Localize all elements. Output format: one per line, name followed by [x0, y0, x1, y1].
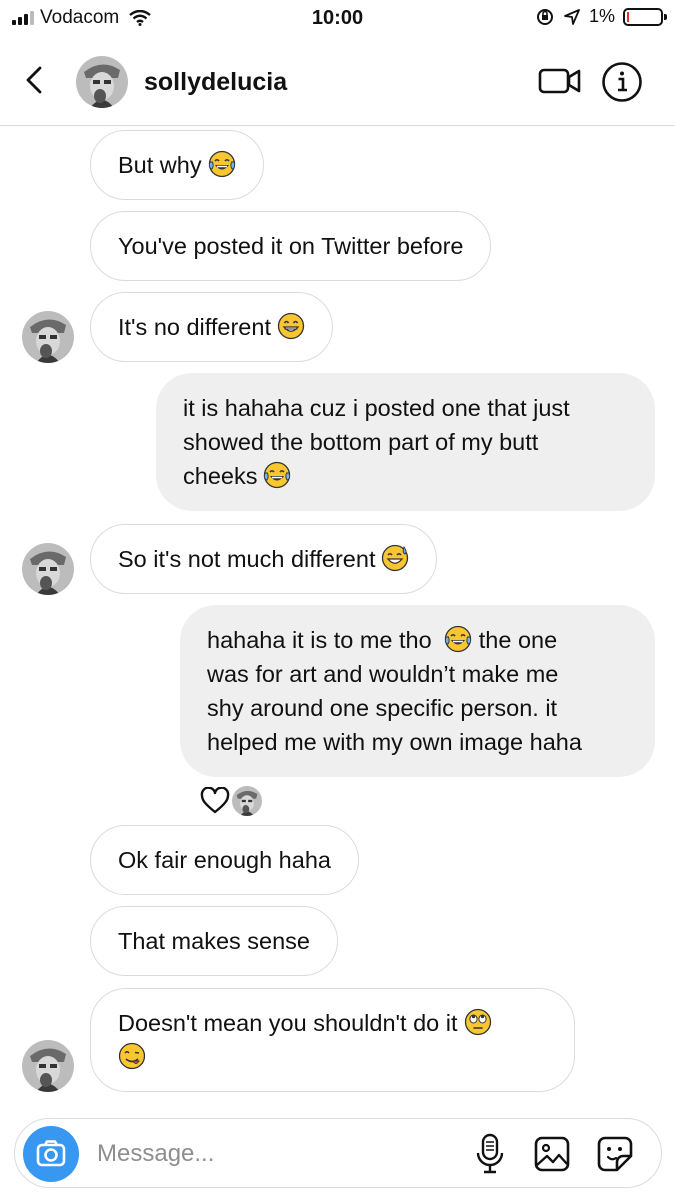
- message-bubble-received[interactable]: It's no different: [90, 292, 333, 362]
- status-bar: Vodacom 10:00 1%: [0, 0, 675, 36]
- sticker-icon[interactable]: [595, 1134, 635, 1174]
- message-line: it is hahaha cuz i posted one that just: [183, 395, 570, 421]
- sweat-smile-emoji-icon: [381, 544, 409, 572]
- message-text: You've posted it on Twitter before: [118, 233, 464, 259]
- chat-header: sollydelucia: [0, 36, 675, 126]
- video-call-icon[interactable]: [538, 64, 582, 98]
- tears-of-joy-emoji-icon: [263, 461, 291, 489]
- tears-of-joy-emoji-icon: [444, 625, 472, 653]
- avatar-image: [22, 1040, 74, 1092]
- header-avatar[interactable]: [76, 56, 128, 108]
- avatar-image: [76, 56, 128, 108]
- heart-icon: [200, 787, 230, 814]
- camera-button[interactable]: [23, 1126, 79, 1182]
- microphone-icon[interactable]: [475, 1132, 505, 1176]
- tears-of-joy-emoji-icon: [208, 150, 236, 178]
- message-line: shy around one specific person. it: [207, 695, 558, 721]
- camera-icon: [36, 1140, 66, 1167]
- battery-icon: [623, 7, 667, 26]
- battery-percent: 1%: [588, 6, 615, 26]
- grinning-emoji-icon: [277, 312, 305, 340]
- chat-username[interactable]: sollydelucia: [144, 68, 287, 97]
- yum-emoji-icon: [118, 1042, 146, 1070]
- message-line: hahaha it is to me tho: [207, 627, 432, 653]
- message-text: So it's not much different: [118, 546, 376, 572]
- message-reaction[interactable]: [200, 786, 262, 816]
- gallery-icon[interactable]: [533, 1135, 571, 1173]
- message-text: Doesn't mean you shouldn't do it: [118, 1010, 458, 1036]
- back-button[interactable]: [20, 60, 50, 100]
- message-bubble-sent[interactable]: it is hahaha cuz i posted one that just …: [156, 373, 655, 511]
- avatar-image: [22, 543, 74, 595]
- message-line: showed the bottom part of my butt: [183, 429, 539, 455]
- message-bubble-received[interactable]: Doesn't mean you shouldn't do it: [90, 988, 575, 1092]
- sender-avatar[interactable]: [22, 543, 74, 595]
- location-icon: [564, 8, 580, 25]
- message-bubble-sent[interactable]: hahaha it is to me tho the one was for a…: [180, 605, 655, 777]
- status-right: 1%: [535, 6, 667, 27]
- message-bubble-received[interactable]: But why: [90, 130, 264, 200]
- message-text: But why: [118, 152, 202, 178]
- avatar-image: [22, 311, 74, 363]
- sender-avatar[interactable]: [22, 311, 74, 363]
- message-bubble-received[interactable]: That makes sense: [90, 906, 339, 976]
- reactor-avatar: [232, 786, 262, 816]
- eye-roll-emoji-icon: [464, 1008, 492, 1036]
- sender-avatar[interactable]: [22, 1040, 74, 1092]
- message-line: was for art and wouldn’t make me: [207, 661, 559, 687]
- message-line: helped me with my own image haha: [207, 729, 582, 755]
- orientation-lock-icon: [536, 8, 553, 25]
- message-line: cheeks: [183, 463, 258, 489]
- message-bubble-received[interactable]: You've posted it on Twitter before: [90, 211, 492, 281]
- message-line: the one: [478, 627, 558, 653]
- message-text: Ok fair enough haha: [118, 847, 331, 873]
- message-composer: [14, 1118, 662, 1188]
- message-bubble-received[interactable]: Ok fair enough haha: [90, 825, 359, 895]
- message-text: It's no different: [118, 314, 271, 340]
- info-icon[interactable]: [601, 61, 643, 103]
- message-text: That makes sense: [118, 928, 311, 954]
- message-bubble-received[interactable]: So it's not much different: [90, 524, 438, 594]
- message-input[interactable]: [97, 1137, 457, 1171]
